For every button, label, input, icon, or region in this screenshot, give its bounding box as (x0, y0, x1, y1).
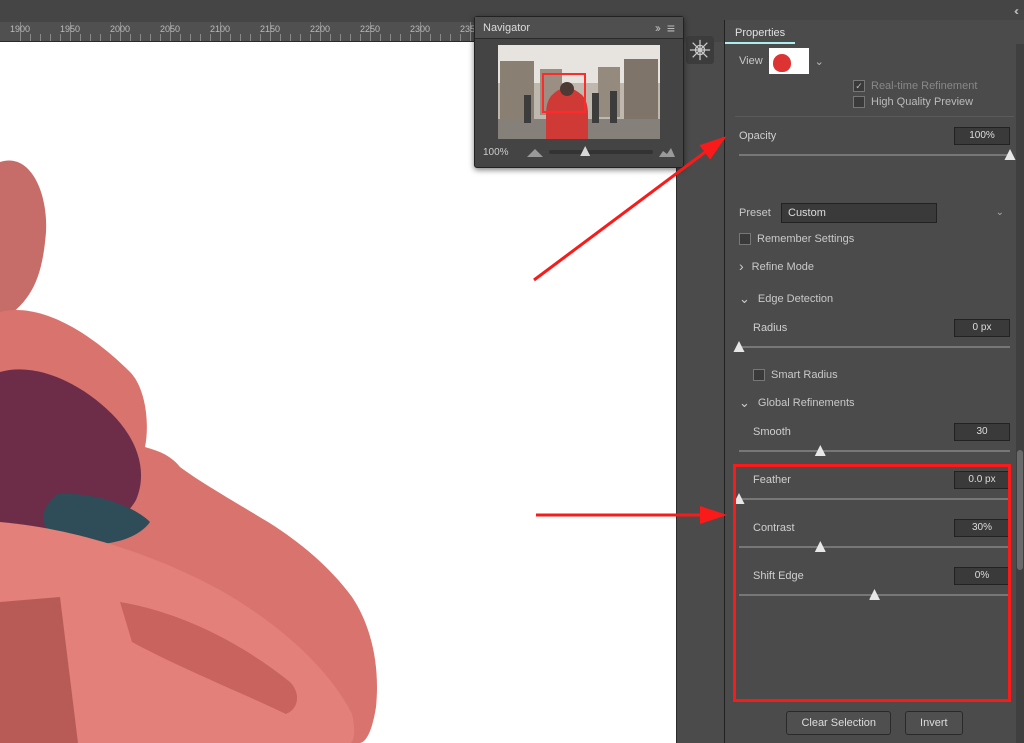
properties-panel: Properties View ⌄ Real-time Refinement H… (724, 20, 1024, 743)
refine-mode-label: Refine Mode (752, 261, 814, 273)
smooth-label: Smooth (753, 426, 791, 438)
hq-preview-checkbox[interactable] (853, 96, 865, 108)
smart-radius-label: Smart Radius (771, 369, 838, 381)
realtime-refinement-label: Real-time Refinement (871, 80, 977, 92)
navigator-title: Navigator (483, 17, 530, 39)
realtime-refinement-checkbox (853, 80, 865, 92)
slider-handle[interactable] (580, 146, 590, 156)
smooth-input[interactable] (954, 423, 1010, 441)
smart-radius-row[interactable]: Smart Radius (725, 363, 1024, 387)
feather-input[interactable] (954, 471, 1010, 489)
feather-slider[interactable] (739, 493, 1010, 505)
panel-menu-icon[interactable]: ≡ (667, 17, 675, 39)
tab-properties[interactable]: Properties (725, 22, 795, 44)
chevron-down-icon (739, 291, 750, 307)
remember-settings-checkbox[interactable] (739, 233, 751, 245)
zoom-out-icon[interactable] (527, 147, 543, 157)
opacity-label: Opacity (739, 130, 776, 142)
invert-button[interactable]: Invert (905, 711, 963, 735)
global-refinements-header[interactable]: Global Refinements (725, 387, 1024, 419)
smooth-slider[interactable] (739, 445, 1010, 457)
contrast-input[interactable] (954, 519, 1010, 537)
radius-input[interactable] (954, 319, 1010, 337)
remember-settings-row[interactable]: Remember Settings (725, 227, 1024, 251)
chevron-right-icon (739, 259, 744, 275)
contrast-label: Contrast (753, 522, 795, 534)
refine-mode-header[interactable]: Refine Mode (725, 251, 1024, 283)
navigator-zoom-row: 100% (475, 141, 683, 163)
ship-wheel-icon[interactable] (686, 36, 714, 64)
scrollbar-thumb[interactable] (1017, 450, 1023, 570)
navigator-tabbar: Navigator ›› ≡ (475, 17, 683, 39)
navigator-zoom-value[interactable]: 100% (483, 147, 521, 158)
collapse-panel-icon[interactable]: ›› (655, 17, 659, 39)
radius-label: Radius (753, 322, 787, 334)
opacity-input[interactable] (954, 127, 1010, 145)
smart-radius-checkbox[interactable] (753, 369, 765, 381)
radius-slider[interactable] (739, 341, 1010, 353)
navigator-thumbnail[interactable] (498, 45, 660, 139)
preset-label: Preset (739, 207, 775, 219)
view-mode-thumb[interactable] (769, 48, 809, 74)
navigator-viewport-box[interactable] (542, 73, 586, 113)
chevron-down-icon[interactable]: ⌄ (815, 55, 824, 68)
edge-detection-header[interactable]: Edge Detection (725, 283, 1024, 315)
chevron-down-icon: ⌄ (996, 207, 1004, 218)
feather-label: Feather (753, 474, 791, 486)
properties-tabbar: Properties (725, 20, 1024, 44)
hq-preview-label: High Quality Preview (871, 96, 973, 108)
view-label: View (739, 55, 763, 67)
shift-edge-slider[interactable] (739, 589, 1010, 601)
shift-edge-input[interactable] (954, 567, 1010, 585)
opacity-slider[interactable] (739, 149, 1010, 161)
zoom-in-icon[interactable] (659, 147, 675, 157)
global-refinements-label: Global Refinements (758, 397, 855, 409)
realtime-refinement-row: Real-time Refinement (725, 78, 1024, 94)
edge-detection-label: Edge Detection (758, 293, 833, 305)
navigator-panel[interactable]: Navigator ›› ≡ 100% (474, 16, 684, 168)
preset-select[interactable] (781, 203, 937, 223)
shift-edge-label: Shift Edge (753, 570, 804, 582)
properties-scrollbar[interactable] (1016, 44, 1024, 743)
remember-settings-label: Remember Settings (757, 233, 854, 245)
hq-preview-row[interactable]: High Quality Preview (725, 94, 1024, 110)
contrast-slider[interactable] (739, 541, 1010, 553)
navigator-zoom-slider[interactable] (549, 150, 653, 154)
collapse-icon[interactable]: ‹‹ (1014, 4, 1016, 18)
chevron-down-icon (739, 395, 750, 411)
clear-selection-button[interactable]: Clear Selection (786, 711, 891, 735)
